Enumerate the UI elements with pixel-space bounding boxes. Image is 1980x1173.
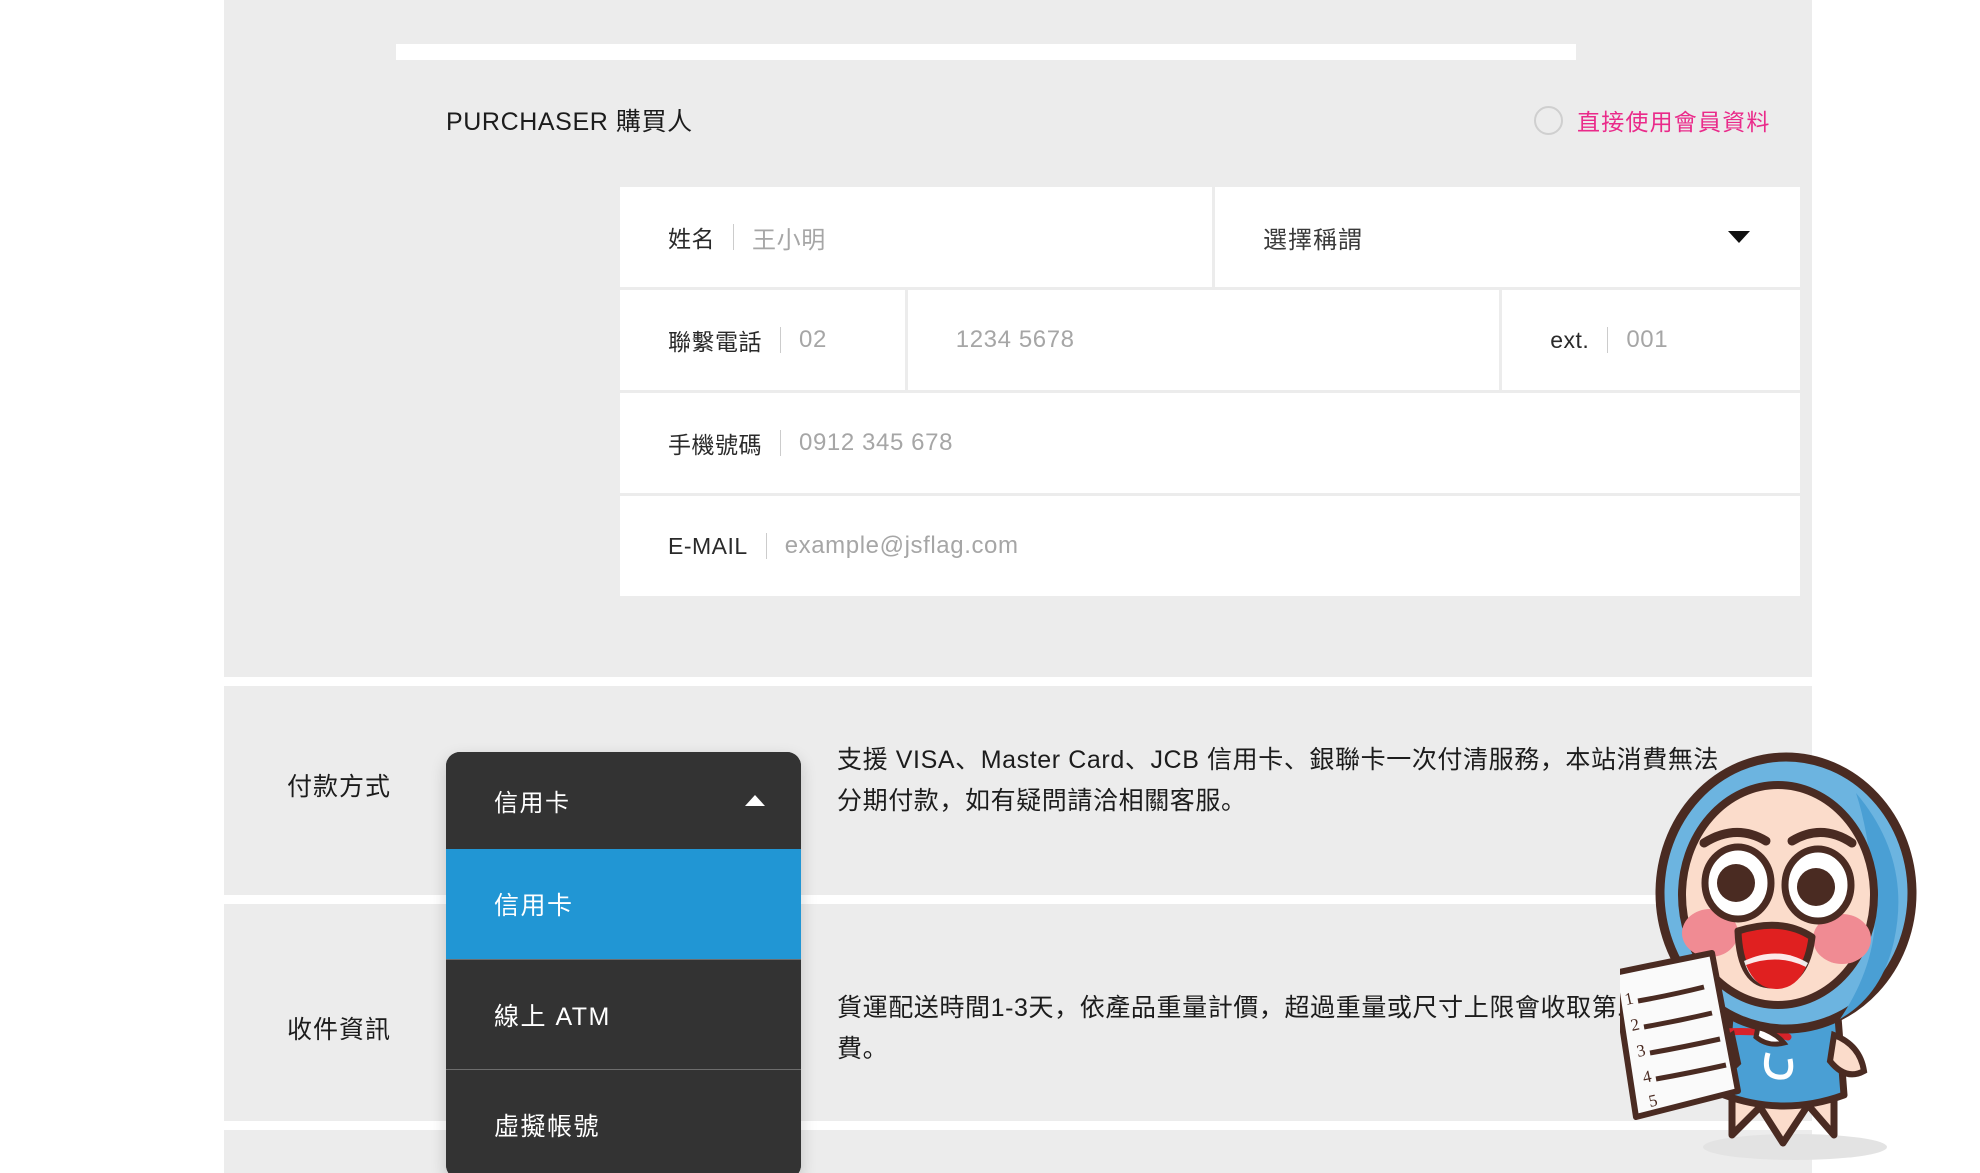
phone-number-input[interactable]: 1234 5678 [956, 326, 1075, 354]
purchaser-header: PURCHASER 購買人 直接使用會員資料 [224, 105, 1812, 145]
payment-method-dropdown[interactable]: 信用卡 信用卡 線上 ATM 虛擬帳號 [446, 752, 801, 1173]
use-member-data-toggle[interactable]: 直接使用會員資料 [1534, 103, 1771, 137]
mobile-label: 手機號碼 [668, 432, 762, 458]
payment-description: 支援 VISA、Master Card、JCB 信用卡、銀聯卡一次付清服務，本站… [837, 746, 1720, 815]
form-row-mobile: 手機號碼 0912 345 678 [620, 393, 1800, 493]
top-divider-bar [396, 44, 1576, 60]
form-row-phone: 聯繫電話 02 1234 5678 ext. 001 [620, 290, 1800, 390]
payment-method-label: 付款方式 [287, 773, 392, 801]
phone-number-field[interactable]: 1234 5678 [907, 290, 1500, 390]
purchaser-section: PURCHASER 購買人 直接使用會員資料 姓名 王小明 選擇稱謂 聯繫電話 … [224, 0, 1812, 677]
email-label: E-MAIL [668, 532, 748, 559]
field-divider [733, 224, 734, 250]
purchaser-form: 姓名 王小明 選擇稱謂 聯繫電話 02 1234 5678 ext. 001 手… [620, 187, 1800, 599]
field-divider [765, 533, 767, 559]
phone-area-input[interactable]: 02 [799, 326, 827, 354]
name-input[interactable]: 王小明 [752, 220, 826, 255]
payment-dropdown-selected-value[interactable]: 信用卡 [494, 783, 571, 818]
mobile-field[interactable]: 手機號碼 0912 345 678 [620, 393, 1800, 493]
name-label: 姓名 [668, 226, 715, 252]
field-divider [780, 430, 781, 456]
field-divider [1607, 327, 1609, 353]
salutation-select[interactable]: 選擇稱謂 [1215, 187, 1800, 287]
section-divider-1 [224, 677, 1812, 686]
phone-area-field[interactable]: 聯繫電話 02 [620, 290, 905, 390]
chevron-down-icon[interactable] [1728, 231, 1750, 243]
payment-option-virtual-account[interactable]: 虛擬帳號 [446, 1069, 801, 1173]
phone-ext-label: ext. [1550, 326, 1590, 353]
shipping-description: 貨運配送時間1-3天，依產品重量計價，超過重量或尺寸上限會收取第二筆運費。 [837, 994, 1695, 1063]
page-title: PURCHASER 購買人 [446, 108, 693, 136]
field-divider [780, 327, 781, 353]
chevron-up-icon[interactable] [745, 795, 765, 806]
salutation-value[interactable]: 選擇稱謂 [1263, 220, 1363, 255]
form-row-email: E-MAIL example@jsflag.com [620, 496, 1800, 596]
payment-option-credit-card[interactable]: 信用卡 [446, 849, 801, 959]
salutation-select-face[interactable]: 選擇稱謂 [1263, 220, 1760, 255]
form-row-name: 姓名 王小明 選擇稱謂 [620, 187, 1800, 287]
shipping-info-label: 收件資訊 [287, 1016, 392, 1044]
radio-unchecked-icon[interactable] [1534, 105, 1563, 135]
mobile-input[interactable]: 0912 345 678 [799, 429, 953, 457]
phone-label: 聯繫電話 [668, 329, 762, 355]
payment-dropdown-face[interactable]: 信用卡 [446, 752, 801, 849]
checkout-page: PURCHASER 購買人 直接使用會員資料 姓名 王小明 選擇稱謂 聯繫電話 … [0, 0, 1980, 1173]
payment-option-online-atm[interactable]: 線上 ATM [446, 959, 801, 1069]
email-field[interactable]: E-MAIL example@jsflag.com [620, 496, 1800, 596]
use-member-data-label[interactable]: 直接使用會員資料 [1577, 103, 1771, 137]
email-input[interactable]: example@jsflag.com [785, 532, 1019, 560]
name-field[interactable]: 姓名 王小明 [620, 187, 1212, 287]
phone-ext-input[interactable]: 001 [1626, 326, 1668, 354]
phone-ext-field[interactable]: ext. 001 [1502, 290, 1800, 390]
